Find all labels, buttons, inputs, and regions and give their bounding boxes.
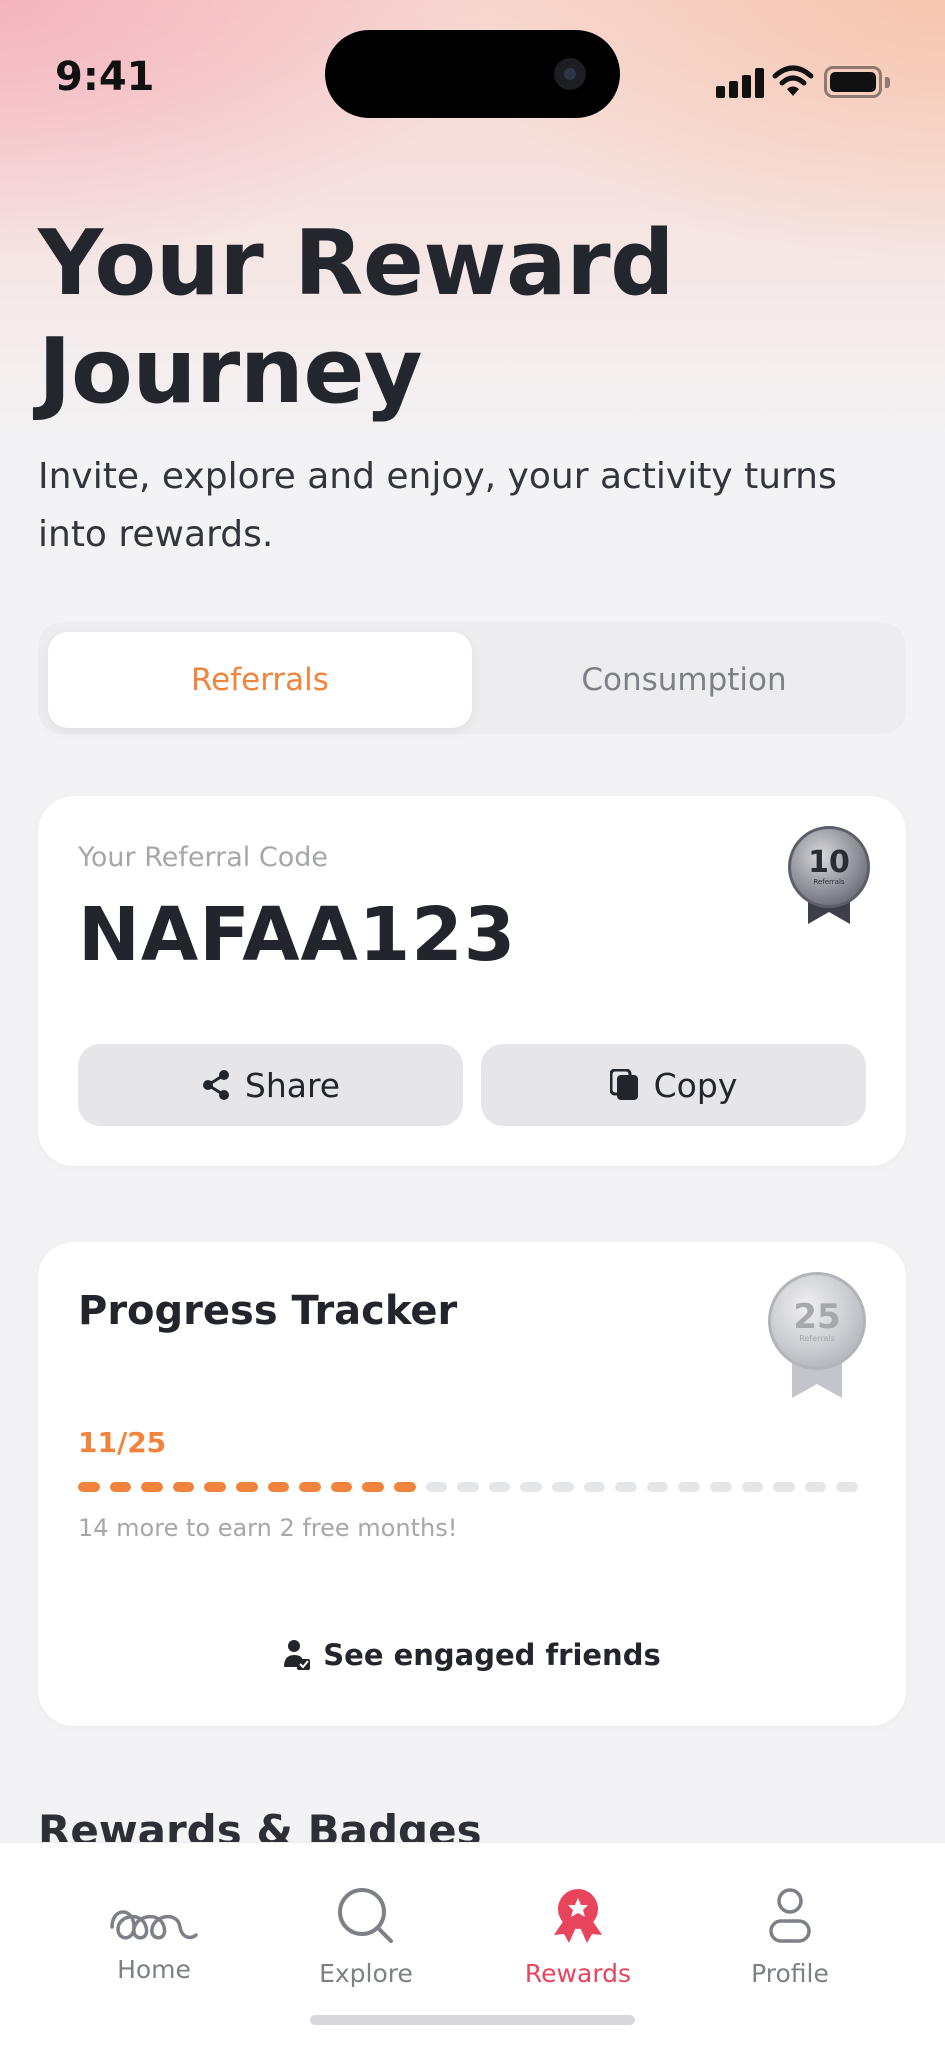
referral-badge-icon: 10 Referrals: [784, 826, 874, 926]
home-indicator: [310, 2015, 635, 2025]
progress-segment-empty: [804, 1482, 827, 1492]
progress-count: 11/25: [78, 1426, 167, 1459]
nav-profile-label: Profile: [751, 1959, 829, 1988]
battery-icon: [824, 66, 890, 98]
home-icon: [108, 1887, 200, 1953]
progress-segment-empty: [457, 1482, 479, 1492]
progress-segment-empty: [425, 1482, 448, 1492]
progress-segment-filled: [141, 1482, 163, 1492]
profile-icon: [768, 1883, 812, 1949]
progress-segment-empty: [520, 1482, 542, 1492]
page-subtitle: Invite, explore and enjoy, your activity…: [38, 456, 837, 555]
milestone-badge-icon: 25 Referrals: [762, 1272, 872, 1402]
progress-segment-empty: [583, 1482, 606, 1492]
see-engaged-friends-label: See engaged friends: [323, 1638, 661, 1672]
progress-segment-empty: [646, 1482, 669, 1492]
progress-segment-empty: [710, 1482, 732, 1492]
referral-code-label: Your Referral Code: [78, 842, 328, 873]
nav-rewards-label: Rewards: [524, 1959, 632, 1988]
camera-icon: [554, 58, 586, 90]
milestone-caption: Referrals: [799, 1333, 835, 1343]
progress-tracker-card: Progress Tracker 25 Referrals 11/25 14 m…: [38, 1242, 906, 1726]
share-icon: [201, 1069, 231, 1101]
progress-segment-empty: [615, 1482, 637, 1492]
progress-segment-filled: [109, 1482, 132, 1492]
progress-segment-filled: [330, 1482, 353, 1492]
progress-segment-filled: [236, 1482, 258, 1492]
rewards-icon: [550, 1883, 606, 1949]
copy-icon: [609, 1069, 640, 1101]
progress-segment-filled: [394, 1482, 416, 1492]
progress-segment-empty: [678, 1482, 700, 1492]
dynamic-island: [325, 30, 620, 118]
nav-home[interactable]: Home: [64, 1887, 244, 1984]
progress-segment-empty: [773, 1482, 795, 1492]
copy-button[interactable]: Copy: [481, 1044, 866, 1126]
nav-explore[interactable]: Explore: [276, 1883, 456, 1988]
share-button[interactable]: Share: [78, 1044, 463, 1126]
nav-rewards[interactable]: Rewards: [488, 1883, 668, 1988]
progress-bar: [78, 1482, 868, 1492]
wifi-icon: [772, 65, 814, 96]
progress-hint: 14 more to earn 2 free months!: [78, 1514, 458, 1542]
progress-segment-filled: [204, 1482, 226, 1492]
tab-referrals[interactable]: Referrals: [48, 632, 472, 728]
progress-segment-filled: [362, 1482, 384, 1492]
badge-caption: Referrals: [813, 878, 845, 886]
segmented-control: Referrals Consumption: [38, 622, 906, 734]
badge-number: 10: [808, 845, 850, 880]
copy-label: Copy: [653, 1065, 738, 1105]
progress-segment-empty: [488, 1482, 511, 1492]
nav-explore-label: Explore: [319, 1959, 413, 1988]
nav-profile[interactable]: Profile: [700, 1883, 880, 1988]
page-title: Your Reward Journey: [38, 211, 675, 424]
bottom-nav: Home Explore Rewards Profile: [0, 1842, 945, 2048]
progress-segment-filled: [299, 1482, 321, 1492]
referral-code-card: Your Referral Code NAFAA123 10 Referrals…: [38, 796, 906, 1166]
see-engaged-friends-button[interactable]: See engaged friends: [38, 1630, 906, 1680]
progress-segment-filled: [267, 1482, 290, 1492]
search-icon: [336, 1883, 396, 1949]
user-check-icon: [283, 1639, 311, 1671]
status-bar: 9:41: [0, 0, 945, 160]
progress-segment-filled: [172, 1482, 195, 1492]
milestone-number: 25: [793, 1296, 841, 1337]
progress-segment-empty: [741, 1482, 764, 1492]
progress-segment-filled: [78, 1482, 100, 1492]
progress-segment-empty: [552, 1482, 574, 1492]
share-label: Share: [244, 1065, 341, 1105]
signal-icon: [716, 68, 764, 98]
progress-title: Progress Tracker: [78, 1288, 458, 1334]
status-time: 9:41: [55, 54, 155, 100]
tab-consumption[interactable]: Consumption: [472, 632, 896, 728]
nav-home-label: Home: [117, 1955, 191, 1984]
progress-segment-empty: [836, 1482, 858, 1492]
referral-code-value: NAFAA123: [78, 892, 517, 978]
